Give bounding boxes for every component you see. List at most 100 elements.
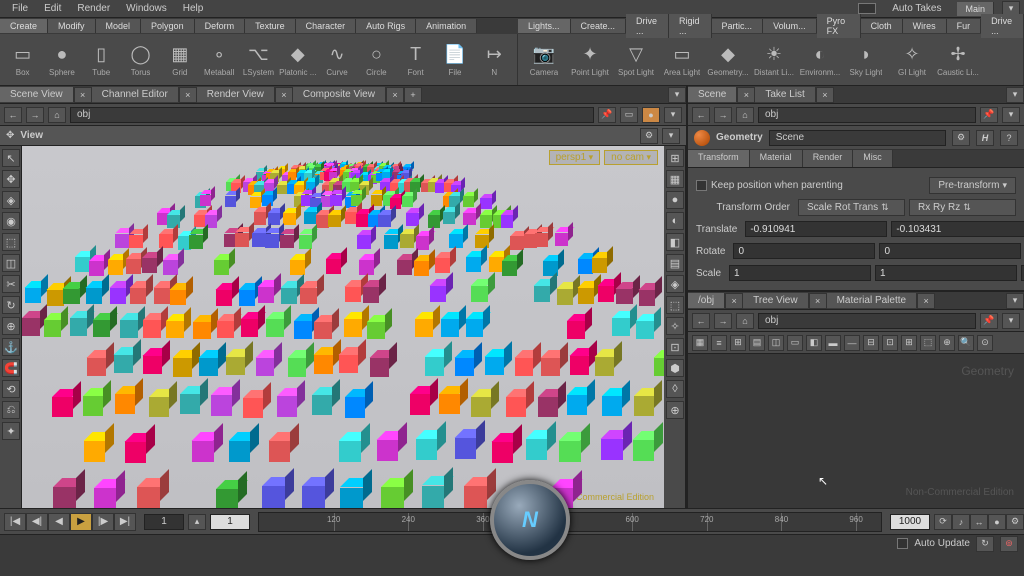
back-icon[interactable]: ←	[4, 107, 22, 123]
current-frame-input[interactable]	[144, 514, 184, 530]
node-name-input[interactable]	[769, 130, 946, 146]
left-path-input[interactable]	[70, 107, 594, 123]
shelf-item-environm[interactable]: ◐Environm...	[798, 36, 842, 83]
render-icon[interactable]: ●	[642, 107, 660, 123]
network-icon[interactable]: ⌂	[736, 313, 754, 329]
shelf-tab-create[interactable]: Create	[0, 19, 48, 33]
network-tool-11[interactable]: ⊞	[901, 335, 917, 351]
display-icon[interactable]: ▭	[620, 107, 638, 123]
forward-icon[interactable]: →	[714, 107, 732, 123]
start-frame-input[interactable]	[210, 514, 250, 530]
close-tab-icon[interactable]: ×	[725, 293, 743, 309]
close-tab-icon[interactable]: ×	[179, 87, 197, 103]
shelf-item-gilight[interactable]: ✧GI Light	[890, 36, 934, 83]
network-tool-9[interactable]: ⊟	[863, 335, 879, 351]
param-translate-1[interactable]	[891, 221, 1024, 237]
rotation-order-button[interactable]: Rx Ry Rz ⇅	[909, 199, 1016, 216]
close-tab-icon[interactable]: ×	[809, 293, 827, 309]
shelf-tab-partic[interactable]: Partic...	[712, 19, 764, 33]
network-tool-2[interactable]: ⊞	[730, 335, 746, 351]
expand-icon[interactable]: ✥	[6, 130, 14, 141]
network-tab-tree[interactable]: Tree View	[743, 293, 808, 308]
back-icon[interactable]: ←	[692, 107, 710, 123]
network-tool-3[interactable]: ▤	[749, 335, 765, 351]
tool-left-8[interactable]: ⊕	[2, 317, 20, 335]
shelf-tab-polygon[interactable]: Polygon	[141, 19, 195, 33]
tool-left-13[interactable]: ✦	[2, 422, 20, 440]
network-tool-10[interactable]: ⊡	[882, 335, 898, 351]
param-rotate-1[interactable]	[879, 243, 1021, 259]
param-tab-transform[interactable]: Transform	[688, 150, 750, 167]
tool-right-3[interactable]: ◐	[666, 212, 684, 230]
pin-icon[interactable]: 📌	[980, 313, 998, 329]
network-tool-8[interactable]: —	[844, 335, 860, 351]
tool-right-7[interactable]: ⬚	[666, 296, 684, 314]
param-rotate-0[interactable]	[733, 243, 875, 259]
options-icon[interactable]: ▾	[1002, 313, 1020, 329]
tool-right-4[interactable]: ◧	[666, 233, 684, 251]
right-path-input[interactable]	[758, 107, 976, 123]
shelf-item-torus[interactable]: ◯Torus	[122, 36, 159, 83]
shelf-tab-rcreate[interactable]: Create...	[571, 19, 627, 33]
viewport[interactable]: persp1 ▾ no cam ▾ Non-Commercial Edition	[22, 146, 664, 508]
timeline-ruler[interactable]: 120240360480600720840960	[258, 512, 882, 532]
tool-right-8[interactable]: ✧	[666, 317, 684, 335]
shelf-item-tube[interactable]: ▯Tube	[83, 36, 120, 83]
tool-left-2[interactable]: ◈	[2, 191, 20, 209]
transform-order-button[interactable]: Scale Rot Trans ⇅	[798, 199, 905, 216]
tool-left-6[interactable]: ✂	[2, 275, 20, 293]
tool-left-5[interactable]: ◫	[2, 254, 20, 272]
view-opt-icon[interactable]: ⚙	[640, 128, 658, 144]
shelf-tab-modify[interactable]: Modify	[48, 19, 96, 33]
shelf-item-distantli[interactable]: ☀Distant Li...	[752, 36, 796, 83]
update-icon[interactable]: ↻	[976, 536, 994, 552]
shelf-item-n[interactable]: ↦N	[476, 36, 513, 83]
param-tab-material[interactable]: Material	[750, 150, 803, 167]
shelf-item-skylight[interactable]: ◗Sky Light	[844, 36, 888, 83]
tool-left-1[interactable]: ✥	[2, 170, 20, 188]
tool-right-5[interactable]: ▤	[666, 254, 684, 272]
shelf-item-circle[interactable]: ○Circle	[358, 36, 395, 83]
frame-up-icon[interactable]: ▴	[188, 514, 206, 530]
shelf-item-causticli[interactable]: ✢Caustic Li...	[936, 36, 980, 83]
shelf-tab-animation[interactable]: Animation	[416, 19, 477, 33]
network-tool-14[interactable]: 🔍	[958, 335, 974, 351]
shelf-item-font[interactable]: TFont	[397, 36, 434, 83]
shelf-item-file[interactable]: 📄File	[436, 36, 473, 83]
tool-left-7[interactable]: ↻	[2, 296, 20, 314]
shelf-item-geometry[interactable]: ◆Geometry...	[706, 36, 750, 83]
shelf-tab-model[interactable]: Model	[96, 19, 142, 33]
keep-position-checkbox[interactable]	[696, 180, 707, 191]
network-tool-13[interactable]: ⊕	[939, 335, 955, 351]
close-tab-icon[interactable]: ×	[816, 87, 834, 103]
network-view[interactable]: Geometry Non-Commercial Edition ↖	[688, 354, 1024, 508]
close-tab-icon[interactable]: ×	[275, 87, 293, 103]
goto-end-button[interactable]: ▶|	[114, 513, 136, 531]
pane-tab-scene[interactable]: Scene	[688, 87, 737, 102]
pane-tab-takelist[interactable]: Take List	[755, 87, 815, 102]
step-back-button[interactable]: ◀|	[26, 513, 48, 531]
info-icon[interactable]: ?	[1000, 130, 1018, 146]
tool-right-1[interactable]: ▦	[666, 170, 684, 188]
network-tool-15[interactable]: ⊙	[977, 335, 993, 351]
shelf-tab-wires[interactable]: Wires	[903, 19, 947, 33]
tool-right-11[interactable]: ◊	[666, 380, 684, 398]
pane-tab-sceneview[interactable]: Scene View	[0, 87, 74, 102]
gear-icon[interactable]: ⚙	[952, 130, 970, 146]
brain-icon[interactable]: ⊚	[1000, 536, 1018, 552]
menu-file[interactable]: File	[4, 1, 36, 16]
param-tab-render[interactable]: Render	[803, 150, 854, 167]
network-tool-5[interactable]: ▭	[787, 335, 803, 351]
auto-takes-checkbox[interactable]	[858, 3, 876, 14]
tool-right-10[interactable]: ⬢	[666, 359, 684, 377]
end-frame-input[interactable]	[890, 514, 930, 530]
pane-menu-icon[interactable]: ▾	[1006, 293, 1024, 309]
tool-right-6[interactable]: ◈	[666, 275, 684, 293]
tool-right-2[interactable]: ●	[666, 191, 684, 209]
shelf-item-platonic[interactable]: ◆Platonic ...	[279, 36, 316, 83]
play-button[interactable]: ▶	[70, 513, 92, 531]
menu-edit[interactable]: Edit	[36, 1, 69, 16]
shelf-tab-lights[interactable]: Lights...	[518, 19, 571, 33]
tool-left-9[interactable]: ⚓	[2, 338, 20, 356]
pane-tab-renderview[interactable]: Render View	[197, 87, 275, 102]
